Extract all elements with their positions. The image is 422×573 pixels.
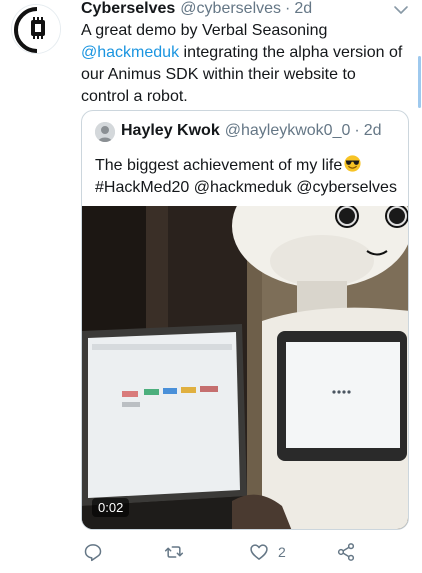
retweet-icon [164, 546, 184, 558]
hayley-kwok-avatar[interactable] [95, 122, 115, 142]
tweet-text-line: @hackmeduk integrating the alpha version… [81, 42, 411, 64]
like-button[interactable]: 2 [249, 540, 286, 564]
separator-dot: · [285, 0, 291, 17]
quoted-author-handle[interactable]: @hayleykwok0_0 [225, 122, 351, 140]
tweet-text-fragment: integrating the alpha version of [179, 44, 403, 61]
tweet-text-line: control a robot. [81, 88, 188, 105]
share-button[interactable] [336, 540, 356, 564]
heart-icon [250, 544, 268, 560]
tweet-text-line: A great demo by Verbal Seasoning [81, 22, 328, 39]
cyberselves-avatar[interactable] [11, 4, 61, 54]
quoted-tweet-time[interactable]: 2d [364, 122, 382, 140]
quoted-tweet[interactable]: Hayley Kwok @hayleykwok0_0 · 2d The bigg… [81, 110, 409, 530]
share-icon [337, 543, 355, 561]
separator-dot: · [354, 122, 360, 139]
mention-link[interactable]: @hackmeduk [81, 44, 179, 61]
quoted-text-line: #HackMed20 @hackmeduk @cyberselves [95, 179, 397, 196]
quoted-text-line: The biggest achievement of my life [95, 155, 400, 177]
retweet-button[interactable] [164, 540, 184, 564]
tweet-header: Cyberselves @cyberselves · 2d [81, 0, 312, 20]
tweet-text: A great demo by Verbal Seasoning @hackme… [81, 20, 411, 108]
quoted-author-name[interactable]: Hayley Kwok [121, 122, 220, 140]
video-duration: 0:02 [92, 498, 130, 517]
chevron-down-icon[interactable] [393, 4, 409, 16]
smiling-face-with-sunglasses-icon [344, 155, 361, 172]
author-handle[interactable]: @cyberselves [180, 0, 281, 18]
author-name[interactable]: Cyberselves [81, 0, 175, 18]
quoted-text-fragment: The biggest achievement of my life [95, 157, 343, 174]
quoted-tweet-text: The biggest achievement of my life #Hack… [95, 155, 400, 199]
video-frame [82, 206, 408, 529]
tweet-text-line: our Animus SDK within their website to [81, 66, 356, 83]
tweet-actions: 2 [81, 540, 411, 564]
tweet[interactable]: Cyberselves @cyberselves · 2d A great de… [0, 0, 422, 573]
like-count: 2 [278, 544, 286, 560]
reply-button[interactable] [83, 540, 103, 564]
quoted-tweet-header: Hayley Kwok @hayleykwok0_0 · 2d [121, 122, 381, 140]
video-player[interactable]: 0:02 [82, 206, 408, 529]
reply-icon [84, 544, 102, 562]
tweet-time[interactable]: 2d [294, 0, 312, 18]
scrollbar-thumb[interactable] [418, 56, 421, 108]
